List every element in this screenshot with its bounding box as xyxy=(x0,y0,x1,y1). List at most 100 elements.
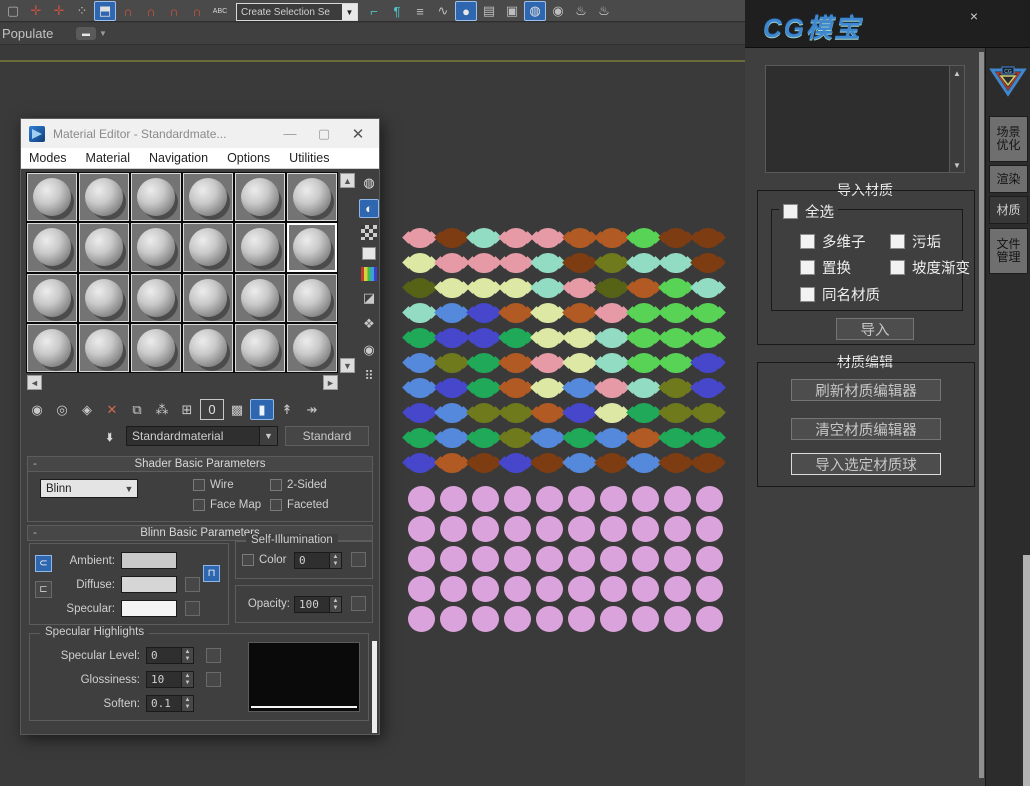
faceted-checkbox[interactable]: Faceted xyxy=(270,499,329,511)
material-sample-slot[interactable] xyxy=(235,223,285,271)
scene-object-sphere[interactable] xyxy=(632,546,659,572)
material-sample-slot[interactable] xyxy=(235,274,285,322)
assign-material-to-selection-icon[interactable]: ◈ xyxy=(75,399,99,420)
scene-object-teapot[interactable] xyxy=(600,403,624,423)
select-and-scale-icon[interactable]: ⬒ xyxy=(94,1,116,21)
minimize-button[interactable]: — xyxy=(277,126,303,141)
scene-object-teapot[interactable] xyxy=(568,353,592,373)
curve-editor-icon[interactable]: ∿ xyxy=(432,1,454,21)
menu-utilities[interactable]: Utilities xyxy=(289,151,329,165)
scene-object-teapot[interactable] xyxy=(504,453,528,473)
scene-object-sphere[interactable] xyxy=(536,606,563,632)
spinner-arrows[interactable]: ▲▼ xyxy=(330,596,342,613)
opacity-spinner[interactable]: 100 ▲▼ xyxy=(294,596,342,613)
tab-scene-optimization[interactable]: 场景优化 xyxy=(989,116,1028,162)
material-list-box[interactable]: ▲ ▼ xyxy=(765,65,965,173)
specular-level-spinner[interactable]: 0 ▲▼ xyxy=(146,647,194,664)
scene-object-sphere[interactable] xyxy=(664,546,691,572)
diffuse-color-swatch[interactable] xyxy=(121,576,177,593)
import-button[interactable]: 导入 xyxy=(836,318,914,340)
ribbon-tab-populate[interactable]: Populate xyxy=(2,26,53,41)
scene-object-sphere[interactable] xyxy=(504,576,531,602)
scene-object-teapot[interactable] xyxy=(504,378,528,398)
make-material-copy-icon[interactable]: ⧉ xyxy=(125,399,149,420)
same-name-material-checkbox[interactable]: 同名材质 xyxy=(800,284,880,305)
scroll-down-icon[interactable]: ▼ xyxy=(950,158,964,172)
scene-object-teapot[interactable] xyxy=(472,453,496,473)
scene-object-teapot[interactable] xyxy=(408,453,432,473)
tab-render[interactable]: 渲染 xyxy=(989,165,1028,193)
scene-object-teapot[interactable] xyxy=(472,378,496,398)
scene-object-sphere[interactable] xyxy=(696,546,723,572)
scene-object-sphere[interactable] xyxy=(440,516,467,542)
edge-scrollbar[interactable] xyxy=(1023,555,1030,786)
material-sample-slot[interactable] xyxy=(131,223,181,271)
plugin-close-icon[interactable]: × xyxy=(970,8,978,24)
select-and-move-icon[interactable]: ✛ xyxy=(25,1,47,21)
palette-scroll-up-icon[interactable]: ▲ xyxy=(340,173,355,188)
menu-options[interactable]: Options xyxy=(227,151,270,165)
scene-object-sphere[interactable] xyxy=(632,576,659,602)
specular-level-map-button[interactable] xyxy=(206,648,221,663)
scene-object-teapot[interactable] xyxy=(536,353,560,373)
scene-object-teapot[interactable] xyxy=(664,328,688,348)
self-illum-color-checkbox[interactable]: Color xyxy=(242,554,286,566)
scene-object-teapot[interactable] xyxy=(632,353,656,373)
scene-object-teapot[interactable] xyxy=(632,253,656,273)
scene-object-sphere[interactable] xyxy=(408,516,435,542)
scene-object-teapot[interactable] xyxy=(440,453,464,473)
scene-object-teapot[interactable] xyxy=(504,278,528,298)
scene-object-teapot[interactable] xyxy=(536,228,560,248)
scene-object-teapot[interactable] xyxy=(664,253,688,273)
scene-object-sphere[interactable] xyxy=(600,546,627,572)
scene-object-teapot[interactable] xyxy=(664,453,688,473)
material-sample-slot[interactable] xyxy=(131,324,181,372)
import-selected-material-button[interactable]: 导入选定材质球 xyxy=(791,453,941,475)
scene-object-teapot[interactable] xyxy=(504,428,528,448)
scene-object-teapot[interactable] xyxy=(568,403,592,423)
scene-object-sphere[interactable] xyxy=(472,546,499,572)
scene-object-teapot[interactable] xyxy=(600,328,624,348)
scene-object-teapot[interactable] xyxy=(536,328,560,348)
scene-object-teapot[interactable] xyxy=(536,378,560,398)
scene-object-sphere[interactable] xyxy=(632,486,659,512)
scene-object-teapot[interactable] xyxy=(696,303,720,323)
material-sample-slot[interactable] xyxy=(183,274,233,322)
scene-object-sphere[interactable] xyxy=(504,486,531,512)
material-map-navigator-icon[interactable]: ⠿ xyxy=(359,366,379,385)
scene-object-sphere[interactable] xyxy=(600,486,627,512)
scene-object-teapot[interactable] xyxy=(440,303,464,323)
scene-object-teapot[interactable] xyxy=(664,378,688,398)
layer-manager-icon[interactable]: ≡ xyxy=(409,1,431,21)
show-end-result-icon[interactable]: ▮ xyxy=(250,399,274,420)
scene-object-sphere[interactable] xyxy=(664,606,691,632)
wire-checkbox[interactable]: Wire xyxy=(193,479,234,491)
scene-object-teapot[interactable] xyxy=(408,328,432,348)
scene-object-sphere[interactable] xyxy=(472,576,499,602)
scene-object-teapot[interactable] xyxy=(696,228,720,248)
glossiness-map-button[interactable] xyxy=(206,672,221,687)
render-production-teapot-icon[interactable]: ♨ xyxy=(570,1,592,21)
scene-object-teapot[interactable] xyxy=(472,253,496,273)
scene-object-teapot[interactable] xyxy=(408,428,432,448)
put-to-library-icon[interactable]: ⊞ xyxy=(175,399,199,420)
material-name-field[interactable]: Standardmaterial ▼ xyxy=(126,426,278,446)
scene-object-teapot[interactable] xyxy=(600,253,624,273)
material-sample-slot[interactable] xyxy=(287,173,337,221)
scene-object-sphere[interactable] xyxy=(568,576,595,602)
scene-object-teapot[interactable] xyxy=(440,328,464,348)
scene-object-teapot[interactable] xyxy=(632,378,656,398)
scene-object-teapot[interactable] xyxy=(664,228,688,248)
scene-object-sphere[interactable] xyxy=(408,576,435,602)
material-sample-slot[interactable] xyxy=(183,173,233,221)
displacement-checkbox[interactable]: 置换 xyxy=(800,257,851,278)
scene-object-teapot[interactable] xyxy=(472,353,496,373)
scene-object-teapot[interactable] xyxy=(696,378,720,398)
pick-material-eyedropper-icon[interactable]: 🢛 xyxy=(106,427,124,445)
select-object-icon[interactable]: ▢ xyxy=(2,1,24,21)
get-material-icon[interactable]: ◉ xyxy=(25,399,49,420)
material-sample-slot[interactable] xyxy=(27,223,77,271)
edit-named-selection-icon[interactable]: ABC xyxy=(209,1,231,21)
scene-object-teapot[interactable] xyxy=(600,378,624,398)
scene-object-teapot[interactable] xyxy=(440,403,464,423)
